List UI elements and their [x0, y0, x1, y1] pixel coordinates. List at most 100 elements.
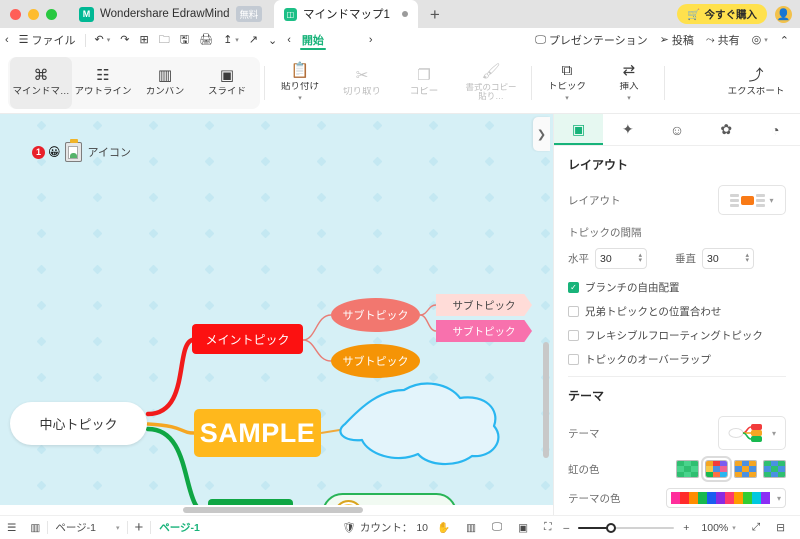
- tab-emoji[interactable]: ☺: [652, 114, 701, 145]
- zoom-slider[interactable]: [578, 522, 675, 533]
- rainbow-swatch-2[interactable]: [701, 456, 732, 482]
- fullscreen-button[interactable]: ⤢: [745, 521, 767, 534]
- palette-swatch-8[interactable]: [734, 492, 743, 504]
- checkbox-topic-overlap[interactable]: [568, 354, 579, 365]
- ribbon-button-paste[interactable]: 📋 貼り付け ▾: [269, 57, 331, 109]
- palette-swatch-4[interactable]: [698, 492, 707, 504]
- checkbox-flexible-floating[interactable]: [568, 330, 579, 341]
- new-tab-button[interactable]: +: [430, 6, 440, 23]
- frame-view-button[interactable]: ▣: [511, 522, 535, 534]
- close-window-button[interactable]: [10, 8, 21, 20]
- document-tab-mindmap1[interactable]: ◫ マインドマップ1: [273, 0, 418, 28]
- zoom-knob[interactable]: [606, 522, 617, 533]
- ribbon-button-topic[interactable]: ⧉ トピック ▾: [536, 57, 598, 109]
- ribbon-button-copy[interactable]: ❐ コピー: [393, 57, 455, 109]
- palette-swatch-1[interactable]: [671, 492, 680, 504]
- rainbow-swatch-1[interactable]: [676, 460, 699, 478]
- columns-view-button[interactable]: ▥: [459, 522, 483, 534]
- checkbox-row-topic-overlap[interactable]: トピックのオーバーラップ: [568, 352, 786, 367]
- mindmap-canvas[interactable]: 中心トピック メイントピック サブトピック サブトピック サブトピック サブトピ…: [0, 114, 553, 505]
- vertical-spacing-stepper[interactable]: ▴▾: [702, 248, 754, 269]
- maximize-window-button[interactable]: [46, 8, 57, 20]
- fit-view-button[interactable]: ⛶: [537, 521, 558, 534]
- horizontal-spacing-input[interactable]: [600, 252, 630, 265]
- tab-layout[interactable]: ▣: [554, 114, 604, 145]
- theme-select-dropdown[interactable]: ▾: [718, 416, 786, 450]
- share-document-button[interactable]: ↗: [244, 28, 263, 52]
- collapse-ribbon-button[interactable]: ⌃: [775, 28, 794, 52]
- add-page-button[interactable]: +: [128, 519, 151, 536]
- ribbon-button-mindmap[interactable]: ⌘ マインドマ…: [10, 56, 72, 109]
- ribbon-button-kanban[interactable]: ▥ カンバン: [134, 57, 196, 109]
- save-document-button[interactable]: 🖫: [175, 28, 194, 52]
- zoom-track[interactable]: [578, 522, 675, 533]
- stepper-arrows-vertical[interactable]: ▴ ▾: [745, 252, 749, 264]
- zoom-level-dropdown[interactable]: 100% ▾: [694, 522, 742, 534]
- scroll-thumb[interactable]: [183, 507, 363, 513]
- chevron-down-icon-topic[interactable]: ▾: [565, 95, 569, 102]
- redo-button[interactable]: ↷: [115, 28, 134, 52]
- chevron-down-icon-insert[interactable]: ▾: [627, 95, 631, 102]
- tab-scroll-next[interactable]: ›: [364, 28, 378, 52]
- rainbow-swatch-4[interactable]: [763, 460, 786, 478]
- post-button[interactable]: ➢ 投稿: [655, 28, 699, 52]
- share-button[interactable]: ⤳ 共有: [701, 28, 745, 52]
- palette-swatch-2[interactable]: [680, 492, 689, 504]
- file-menu-button[interactable]: ☰ ファイル: [14, 28, 81, 52]
- tab-start[interactable]: 開始: [296, 28, 330, 52]
- stepper-arrows-horizontal[interactable]: ▴ ▾: [638, 252, 642, 264]
- undo-button[interactable]: ↶ ▾: [90, 28, 116, 52]
- palette-swatch-6[interactable]: [716, 492, 725, 504]
- palette-swatch-10[interactable]: [752, 492, 761, 504]
- rainbow-swatch-3[interactable]: [734, 460, 757, 478]
- help-button[interactable]: ◎ ▾: [747, 28, 773, 52]
- zoom-in-button[interactable]: +: [680, 522, 692, 534]
- zoom-out-button[interactable]: –: [560, 522, 572, 534]
- ribbon-button-insert[interactable]: ⇄ 挿入 ▾: [598, 57, 660, 109]
- node-subtopic-5[interactable]: ¥ サブトピック: [322, 493, 457, 505]
- checkbox-row-flexible-floating[interactable]: フレキシブルフローティングトピック: [568, 328, 786, 343]
- canvas-vertical-scrollbar[interactable]: [543, 342, 549, 458]
- tab-sticker[interactable]: ✿: [702, 114, 751, 145]
- export-button[interactable]: ↥ ▾: [218, 28, 244, 52]
- window-controls[interactable]: [0, 8, 57, 20]
- checkbox-sibling-align[interactable]: [568, 306, 579, 317]
- palette-swatch-11[interactable]: [761, 492, 770, 504]
- node-subtopic-2[interactable]: サブトピック: [331, 344, 420, 378]
- ribbon-button-format-painter[interactable]: 🖌 書式のコピー 貼り…: [455, 57, 527, 109]
- palette-swatch-9[interactable]: [743, 492, 752, 504]
- node-main-topic[interactable]: メイントピック: [192, 324, 303, 354]
- active-page-tab[interactable]: ページ-1: [151, 520, 208, 535]
- more-commands-button[interactable]: ⌄: [263, 28, 282, 52]
- node-center-topic[interactable]: 中心トピック: [10, 402, 147, 445]
- checkbox-row-sibling-align[interactable]: 兄弟トピックとの位置合わせ: [568, 304, 786, 319]
- vertical-spacing-input[interactable]: [707, 252, 737, 265]
- palette-swatch-5[interactable]: [707, 492, 716, 504]
- node-subtopic-3[interactable]: サブトピック: [436, 294, 532, 316]
- presentation-view-button[interactable]: 🖵: [485, 521, 509, 534]
- page-select-dropdown[interactable]: ページ-1 ▾: [48, 520, 126, 535]
- user-avatar[interactable]: 👤: [775, 5, 792, 23]
- layout-select-dropdown[interactable]: ▾: [718, 185, 786, 215]
- ribbon-button-outline[interactable]: ☷ アウトライン: [72, 57, 134, 109]
- nav-back-button[interactable]: ‹: [0, 28, 14, 52]
- node-subtopic-4[interactable]: サブトピック: [436, 320, 532, 342]
- ribbon-button-cut[interactable]: ✂ 切り取り: [331, 57, 393, 109]
- open-document-button[interactable]: 🗀: [154, 28, 175, 52]
- theme-color-palette[interactable]: ▾: [666, 488, 786, 508]
- split-view-button[interactable]: ⊟: [769, 522, 792, 534]
- ribbon-button-slide[interactable]: ▣ スライド: [196, 57, 258, 109]
- hand-tool-button[interactable]: ✋: [430, 521, 457, 534]
- outline-toggle-button[interactable]: ☰: [0, 522, 23, 534]
- chevron-down-icon[interactable]: ▾: [298, 95, 302, 102]
- new-document-button[interactable]: ⊞: [135, 28, 154, 52]
- collapse-right-panel-button[interactable]: ❯: [533, 117, 550, 151]
- presentation-button[interactable]: 🖵 プレゼンテーション: [530, 28, 652, 52]
- pane-toggle-button[interactable]: ▥: [23, 522, 47, 534]
- print-button[interactable]: 🖨: [194, 28, 218, 52]
- palette-swatch-3[interactable]: [689, 492, 698, 504]
- minimize-window-button[interactable]: [28, 8, 39, 20]
- node-subtopic-1[interactable]: サブトピック: [331, 298, 420, 332]
- tab-style[interactable]: ✦: [603, 114, 652, 145]
- canvas-horizontal-scrollbar[interactable]: [0, 505, 553, 515]
